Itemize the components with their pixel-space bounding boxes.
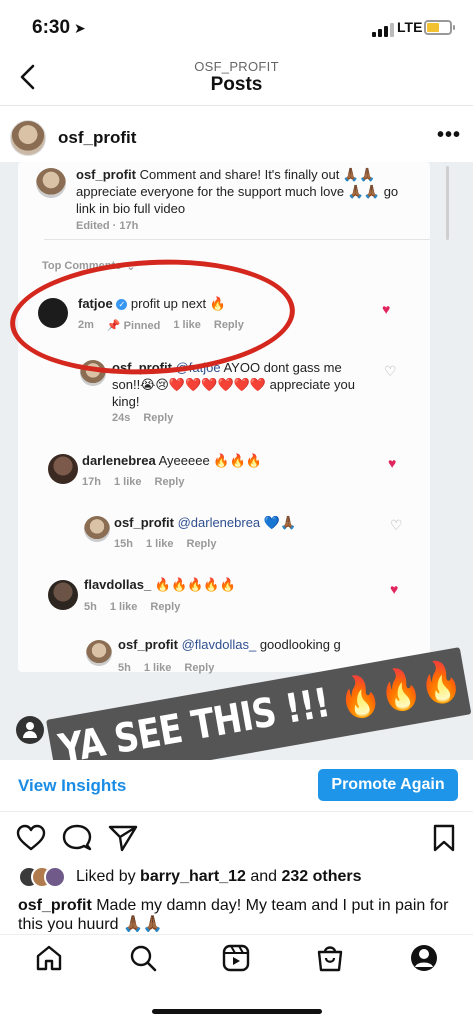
- liker-avatars: [18, 866, 68, 888]
- comment-icon[interactable]: [62, 824, 92, 852]
- comment-time: 24s: [112, 412, 131, 424]
- reply-link: Reply: [186, 538, 217, 550]
- comment-meta: 5h 1 like Reply: [118, 662, 214, 674]
- comment-meta-text: Edited · 17h: [76, 220, 139, 232]
- comment-likes: 1 like: [113, 476, 142, 488]
- page-title: Posts: [210, 74, 263, 95]
- post-caption: osf_profit Made my damn day! My team and…: [18, 896, 458, 932]
- avatar: [48, 580, 78, 610]
- view-insights-link[interactable]: View Insights: [18, 776, 126, 796]
- post-author-row: osf_profit •••: [0, 116, 473, 160]
- reply-link: Reply: [154, 476, 185, 488]
- liked-by-prefix: Liked by: [76, 868, 141, 885]
- comment-text: 💙🙏🏾: [260, 515, 297, 530]
- post-image[interactable]: osf_profit Comment and share! It's final…: [0, 162, 473, 760]
- location-arrow-icon: ➤: [74, 20, 86, 36]
- nav-header: OSF_PROFIT Posts: [0, 52, 473, 106]
- network-label: LTE: [397, 19, 423, 35]
- comment-meta: 5h 1 like Reply: [84, 601, 180, 613]
- reply-link: Reply: [150, 601, 181, 613]
- comment-meta: 24s Reply: [112, 412, 173, 424]
- search-icon[interactable]: [128, 943, 158, 973]
- signal-icon: [372, 23, 394, 37]
- comment-text: 🔥🔥🔥🔥🔥: [154, 577, 236, 592]
- home-indicator: [152, 1009, 322, 1014]
- avatar: [84, 516, 110, 542]
- status-bar: 6:30 ➤ LTE: [0, 0, 473, 50]
- liked-by-and: and: [245, 868, 282, 885]
- nav-subtitle: OSF_PROFIT: [194, 59, 279, 74]
- insights-row: View Insights Promote Again: [0, 764, 473, 812]
- like-icon[interactable]: [16, 824, 46, 852]
- comment-username: flavdollas_: [84, 577, 152, 592]
- comment-time: 5h: [84, 601, 97, 613]
- heart-outline-icon: ♡: [390, 517, 403, 533]
- comment-darlenebrea: darlenebrea Ayeeeee 🔥🔥🔥: [82, 452, 262, 469]
- heart-outline-icon: ♡: [384, 363, 397, 379]
- comment-mention: @flavdollas_: [181, 637, 257, 652]
- battery-icon: [424, 20, 455, 35]
- avatar: [48, 454, 78, 484]
- liked-by-user[interactable]: barry_hart_12: [140, 868, 246, 886]
- status-time: 6:30 ➤: [32, 17, 86, 39]
- heart-filled-icon: ♥: [382, 301, 391, 317]
- status-time-text: 6:30: [32, 17, 71, 38]
- avatar: [86, 640, 112, 666]
- comments-screenshot: osf_profit Comment and share! It's final…: [18, 162, 430, 674]
- comment-likes: 1 like: [145, 538, 174, 550]
- author-username[interactable]: osf_profit: [58, 128, 136, 148]
- liked-by-others[interactable]: 232 others: [281, 868, 361, 886]
- comment-time: 5h: [118, 662, 131, 674]
- tag-people-icon[interactable]: [16, 716, 44, 744]
- comment-username: darlenebrea: [82, 453, 156, 468]
- avatar: [44, 866, 66, 888]
- liked-by-row[interactable]: Liked by barry_hart_12 and 232 others: [18, 866, 362, 888]
- divider: [44, 239, 430, 240]
- reels-icon[interactable]: [221, 943, 251, 973]
- save-icon[interactable]: [432, 824, 456, 852]
- reply-link: Reply: [143, 412, 174, 424]
- comment-reply-flavdollas: osf_profit @flavdollas_ goodlooking g: [118, 636, 341, 653]
- comment-username: osf_profit: [114, 515, 174, 530]
- scrollbar: [446, 166, 449, 240]
- comment-meta: 17h 1 like Reply: [82, 476, 184, 488]
- comment-username: osf_profit: [76, 167, 136, 182]
- share-icon[interactable]: [108, 824, 138, 852]
- caption-comment-meta: Edited · 17h: [76, 220, 138, 232]
- comment-likes: 1 like: [143, 662, 172, 674]
- promote-again-button[interactable]: Promote Again: [318, 769, 458, 801]
- caption-comment: osf_profit Comment and share! It's final…: [76, 166, 406, 217]
- comment-time: 15h: [114, 538, 133, 550]
- comment-reply-darlenebrea: osf_profit @darlenebrea 💙🙏🏾: [114, 514, 296, 531]
- comment-text: Ayeeeee 🔥🔥🔥: [158, 453, 262, 468]
- shop-icon[interactable]: [315, 943, 345, 973]
- reply-link: Reply: [184, 662, 215, 674]
- comment-likes: 1 like: [109, 601, 138, 613]
- comment-mention: @darlenebrea: [177, 515, 261, 530]
- comment-username: osf_profit: [118, 637, 178, 652]
- author-avatar[interactable]: [10, 120, 46, 156]
- heart-filled-icon: ♥: [390, 581, 399, 597]
- more-options-icon[interactable]: •••: [437, 124, 461, 147]
- comment-meta: 15h 1 like Reply: [114, 538, 216, 550]
- post-action-bar: [0, 820, 473, 856]
- comment-text: goodlooking g: [256, 637, 341, 652]
- heart-filled-icon: ♥: [388, 455, 397, 471]
- avatar: [36, 168, 66, 198]
- caption-username[interactable]: osf_profit: [18, 897, 92, 914]
- comment-flavdollas: flavdollas_ 🔥🔥🔥🔥🔥: [84, 576, 236, 593]
- home-icon[interactable]: [34, 943, 64, 973]
- comment-time: 17h: [82, 476, 101, 488]
- profile-icon[interactable]: [409, 943, 439, 973]
